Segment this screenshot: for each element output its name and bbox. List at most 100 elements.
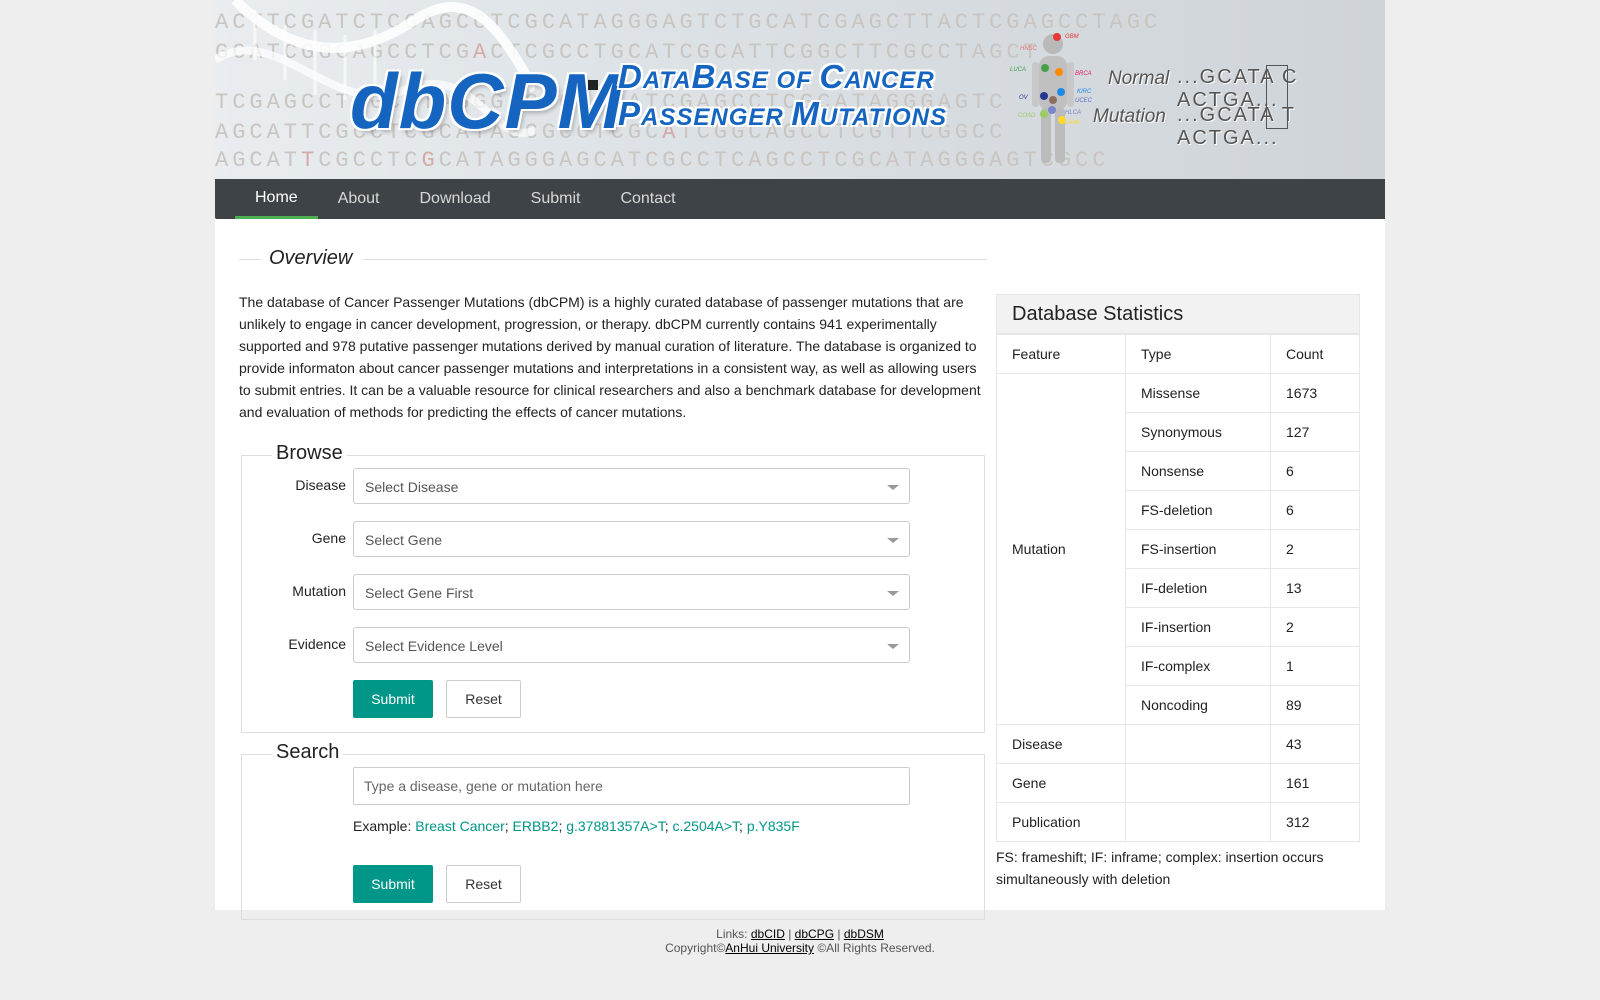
chevron-down-icon <box>887 538 899 543</box>
normal-label: Normal <box>1108 68 1170 89</box>
search-submit-button[interactable]: Submit <box>353 865 433 903</box>
links-prefix: Links: <box>716 927 748 941</box>
copyright-prefix: Copyright© <box>665 941 726 955</box>
disease-row: Disease Select Disease <box>242 468 986 504</box>
example-link-gene[interactable]: ERBB2 <box>513 818 559 834</box>
type-cell: IF-complex <box>1125 646 1271 686</box>
type-cell <box>1125 763 1271 803</box>
disease-select-placeholder: Select Disease <box>365 479 459 495</box>
mutation-select[interactable]: Select Gene First <box>353 574 910 610</box>
human-body-cancer-graphic: GBM HNSC LUCA BRCA KIRC OV UCEC COAD HLC… <box>1010 33 1093 163</box>
gene-select[interactable]: Select Gene <box>353 521 910 557</box>
svg-text:LAML: LAML <box>1065 120 1081 126</box>
type-cell: FS-deletion <box>1125 490 1271 530</box>
database-statistics-panel: Database Statistics Feature Type Count M… <box>996 294 1360 890</box>
browse-submit-button[interactable]: Submit <box>353 680 433 718</box>
svg-text:GBM: GBM <box>1065 34 1079 40</box>
svg-text:HLCA: HLCA <box>1065 110 1081 116</box>
type-cell <box>1125 802 1271 842</box>
count-cell: 127 <box>1270 412 1360 452</box>
mutation-label: Mutation <box>1093 106 1166 127</box>
svg-text:HNSC: HNSC <box>1020 46 1038 52</box>
footer-link-dbcpg[interactable]: dbCPG <box>795 927 834 941</box>
svg-text:LUCA: LUCA <box>1010 67 1026 73</box>
example-link-cdna[interactable]: c.2504A>T <box>672 818 739 834</box>
svg-text:BRCA: BRCA <box>1075 71 1092 77</box>
chevron-down-icon <box>887 644 899 649</box>
mutation-highlight-box <box>1266 65 1288 129</box>
nav-about[interactable]: About <box>318 179 400 219</box>
count-cell: 312 <box>1270 802 1360 842</box>
main-nav: Home About Download Submit Contact <box>215 179 1385 219</box>
mutation-row: Mutation Select Gene First <box>242 574 986 610</box>
type-cell: IF-deletion <box>1125 568 1271 608</box>
evidence-select[interactable]: Select Evidence Level <box>353 627 910 663</box>
count-cell: 89 <box>1270 685 1360 725</box>
evidence-select-placeholder: Select Evidence Level <box>365 638 503 654</box>
type-cell: Noncoding <box>1125 685 1271 725</box>
main-content: Overview The database of Cancer Passenge… <box>215 219 1385 920</box>
svg-text:COAD: COAD <box>1018 113 1036 119</box>
count-cell: 6 <box>1270 490 1360 530</box>
site-logo: dbCPM <box>350 57 624 145</box>
site-title-line2: PASSENGER MUTATIONS <box>618 95 947 132</box>
feature-cell: Gene <box>996 763 1126 803</box>
footer-link-anhui-university[interactable]: AnHui University <box>725 941 814 955</box>
heading-rule <box>363 259 987 260</box>
statistics-title: Database Statistics <box>996 294 1360 334</box>
footer-link-dbcid[interactable]: dbCID <box>751 927 785 941</box>
browse-reset-button[interactable]: Reset <box>446 680 521 718</box>
footer: Links: dbCID | dbCPG | dbDSM Copyright©A… <box>0 927 1600 955</box>
svg-text:OV: OV <box>1019 95 1029 101</box>
site-title-line1: DATABASE OF CANCER <box>618 58 935 95</box>
evidence-label: Evidence <box>288 636 346 652</box>
type-cell: Synonymous <box>1125 412 1271 452</box>
nav-submit[interactable]: Submit <box>511 179 601 219</box>
chevron-down-icon <box>887 591 899 596</box>
svg-text:KIRC: KIRC <box>1077 89 1092 95</box>
example-link-protein[interactable]: p.Y835F <box>747 818 800 834</box>
table-row: Publication 312 <box>996 802 1360 842</box>
search-examples: Example: Breast Cancer; ERBB2; g.3788135… <box>353 818 800 834</box>
chevron-down-icon <box>887 485 899 490</box>
link-separator: | <box>788 927 792 941</box>
table-row: Gene 161 <box>996 763 1360 803</box>
nav-home[interactable]: Home <box>235 179 318 219</box>
count-cell: 1673 <box>1270 373 1360 413</box>
mutation-label: Mutation <box>292 583 346 599</box>
type-cell: FS-insertion <box>1125 529 1271 569</box>
footer-link-dbdsm[interactable]: dbDSM <box>844 927 884 941</box>
browse-panel: Browse Disease Select Disease Gene Selec… <box>241 442 986 733</box>
header-feature: Feature <box>996 334 1126 374</box>
count-cell: 43 <box>1270 724 1360 764</box>
mutation-select-placeholder: Select Gene First <box>365 585 474 601</box>
heading-rule <box>239 259 261 260</box>
example-link-disease[interactable]: Breast Cancer <box>415 818 504 834</box>
footer-copyright-row: Copyright©AnHui University ©All Rights R… <box>0 941 1600 955</box>
table-row: Mutation Missense 1673 <box>996 373 1360 725</box>
evidence-row: Evidence Select Evidence Level <box>242 627 986 663</box>
feature-cell: Disease <box>996 724 1126 764</box>
search-reset-button[interactable]: Reset <box>446 865 521 903</box>
table-row: Disease 43 <box>996 724 1360 764</box>
type-cell: Nonsense <box>1125 451 1271 491</box>
rights-text: ©All Rights Reserved. <box>817 941 935 955</box>
overview-text: The database of Cancer Passenger Mutatio… <box>239 294 981 420</box>
nav-download[interactable]: Download <box>400 179 511 219</box>
search-legend: Search <box>272 741 344 764</box>
page: ACTTCGATCTCGAGCCTCGCATAGGGAGTCTGCATCGAGC… <box>215 0 1385 920</box>
svg-text:UCEC: UCEC <box>1075 98 1093 104</box>
header-count: Count <box>1270 334 1360 374</box>
example-link-genomic[interactable]: g.37881357A>T <box>566 818 664 834</box>
count-cell: 161 <box>1270 763 1360 803</box>
disease-select[interactable]: Select Disease <box>353 468 910 504</box>
footer-links-row: Links: dbCID | dbCPG | dbDSM <box>0 927 1600 941</box>
gene-label: Gene <box>311 530 346 546</box>
example-prefix: Example: <box>353 818 412 834</box>
count-cell: 2 <box>1270 529 1360 569</box>
site-title: DATABASE OF CANCER PASSENGER MUTATIONS <box>618 60 947 134</box>
nav-contact[interactable]: Contact <box>600 179 695 219</box>
search-input[interactable] <box>353 767 910 805</box>
table-header-row: Feature Type Count <box>996 334 1360 374</box>
gene-select-placeholder: Select Gene <box>365 532 443 548</box>
